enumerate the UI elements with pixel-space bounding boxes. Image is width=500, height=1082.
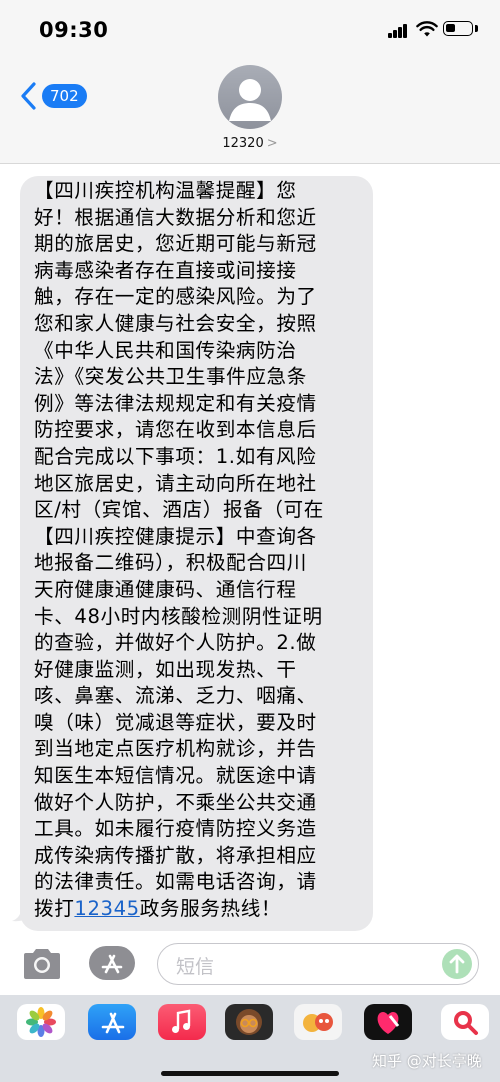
person-icon [229, 79, 271, 121]
message-line: 嗅（味）觉减退等症状，要及时 [34, 710, 317, 734]
message-line: 期的旅居史，您近期可能与新冠 [34, 232, 317, 256]
message-last-line: 拨打12345政务服务热线！ [34, 896, 361, 923]
appstore-button[interactable] [89, 946, 135, 980]
message-line: 成传染病传播扩散，将承担相应 [34, 843, 317, 867]
music-app-icon[interactable] [158, 1004, 206, 1040]
watermark: 知乎 @对长亭晚 [372, 1052, 482, 1070]
arrow-up-icon [449, 954, 465, 974]
message-line: 配合完成以下事项：1.如有风险 [34, 444, 317, 468]
message-line: 卡、48小时内核酸检测阴性证明 [34, 604, 323, 628]
message-line: 【四川疾控机构温馨提醒】您 [34, 179, 297, 202]
conversation-header: 702 12320 > [0, 60, 500, 164]
wifi-icon [416, 21, 438, 37]
status-time: 09:30 [39, 18, 109, 42]
back-button[interactable]: 702 [20, 81, 87, 111]
appstore-app-icon[interactable] [88, 1004, 136, 1040]
photos-app-icon[interactable] [17, 1004, 65, 1040]
message-line: 做好个人防护，不乘坐公共交通 [34, 790, 317, 814]
contact-number: 12320 [222, 136, 264, 151]
contact-avatar[interactable] [218, 65, 282, 129]
message-line: 《中华人民共和国传染病防治 [34, 338, 297, 362]
message-line: 病毒感染者存在直接或间接接 [34, 258, 297, 282]
message-line: 地报备二维码），积极配合四川 [34, 551, 307, 575]
message-line: 地区旅居史，请主动向所在地社 [34, 471, 317, 495]
message-line: 咳、鼻塞、流涕、乏力、咽痛、 [34, 684, 317, 708]
battery-icon [443, 21, 473, 36]
battery-tip [475, 25, 478, 32]
message-line: 的查验，并做好个人防护。2.做 [34, 631, 317, 655]
message-line: 到当地定点医疗机构就诊，并告 [34, 737, 317, 761]
memoji-app-icon[interactable] [225, 1004, 273, 1040]
unread-count-badge: 702 [42, 84, 87, 108]
status-bar: 09:30 [0, 0, 500, 60]
chevron-left-icon [21, 82, 36, 110]
message-input[interactable]: 短信 [157, 943, 479, 985]
appstore-icon [101, 954, 123, 974]
message-line: 例》等法律法规规定和有关疫情 [34, 391, 317, 415]
heart-app-icon[interactable] [364, 1004, 412, 1040]
message-text: 拨打 [34, 897, 75, 921]
hotline-link[interactable]: 12345 [74, 897, 139, 920]
message-line: 防控要求，请您在收到本信息后 [34, 418, 317, 442]
chevron-right-icon: > [266, 136, 278, 151]
memoji-stickers-app-icon[interactable] [294, 1004, 342, 1040]
message-line: 天府健康通健康码、通信行程 [34, 577, 297, 601]
contact-name[interactable]: 12320 > [0, 136, 500, 151]
message-line: 好健康监测，如出现发热、干 [34, 657, 297, 681]
message-line: 工具。如未履行疫情防控义务造 [34, 817, 317, 841]
camera-icon[interactable] [21, 946, 63, 982]
cellular-signal-icon [388, 24, 408, 38]
message-line: 【四川疾控健康提示】中查询各 [34, 524, 317, 548]
message-line: 知医生本短信情况。就医途中请 [34, 764, 317, 788]
message-line: 您和家人健康与社会安全，按照 [34, 311, 317, 335]
message-line: 区/村（宾馆、酒店）报备（可在 [34, 498, 324, 522]
message-line: 触，存在一定的感染风险。为了 [34, 285, 317, 309]
message-line: 好！根据通信大数据分析和您近 [34, 205, 317, 229]
message-bubble[interactable]: 【四川疾控机构温馨提醒】您 好！根据通信大数据分析和您近 期的旅居史，您近期可能… [20, 176, 373, 931]
send-button[interactable] [442, 949, 472, 979]
message-line: 法》《突发公共卫生事件应急条 [34, 365, 307, 389]
message-text: 政务服务热线！ [139, 897, 282, 921]
message-line: 的法律责任。如需电话咨询，请 [34, 870, 317, 894]
home-indicator[interactable] [161, 1071, 339, 1076]
input-placeholder: 短信 [176, 956, 215, 978]
search-app-icon[interactable] [441, 1004, 489, 1040]
